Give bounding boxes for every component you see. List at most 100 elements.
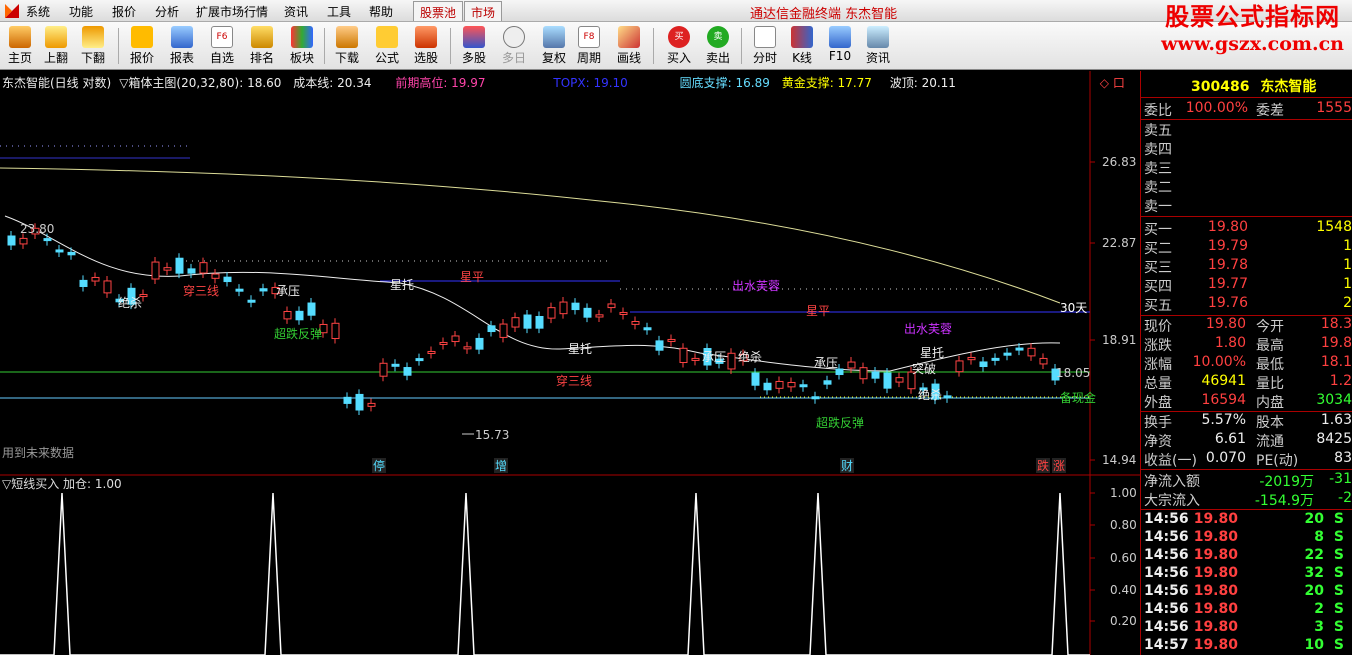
stock-header: 300486 东杰智能 (1191, 76, 1316, 95)
quote-button[interactable]: 报价 (122, 24, 162, 68)
buy-level-volume: 1548 (1316, 219, 1352, 235)
menu-help[interactable]: 帮助 (369, 3, 393, 20)
f10-button[interactable]: F10 (820, 24, 860, 68)
home-icon (9, 26, 31, 48)
indicator-value: : 18.60 (239, 76, 282, 90)
signal-label: 星托 (390, 278, 414, 292)
tick-side: S (1333, 637, 1344, 653)
stat-label: 最低 (1256, 357, 1284, 373)
signal-label: 绝杀 (118, 295, 142, 310)
candle-body (463, 346, 472, 350)
report-button[interactable]: 报表 (162, 24, 202, 68)
sub-indicator-title: ▽短线买入 加仓: 1.00 (2, 477, 122, 491)
multi-day-button[interactable]: 多日 (494, 24, 534, 68)
adjust-button[interactable]: 复权 (534, 24, 574, 68)
sector-button[interactable]: 板块 (282, 24, 322, 68)
candle-body (499, 323, 508, 338)
download-button[interactable]: 下载 (327, 24, 367, 68)
stat-row: 外盘 16594 内盘 3034 (1144, 392, 1352, 411)
intraday-button[interactable]: 分时 (745, 24, 785, 68)
home-button[interactable]: 主页 (0, 24, 40, 68)
multi-stock-button[interactable]: 多股 (454, 24, 494, 68)
signal-label: 穿三线 (183, 283, 219, 298)
candle-body (859, 367, 868, 380)
candle-body (367, 402, 376, 407)
kline-icon (791, 26, 813, 48)
tick-row: 14:56 19.80 8 S (1144, 529, 1352, 548)
candle-body (103, 280, 112, 294)
stat-value: 46941 (1201, 373, 1246, 389)
buy-button[interactable]: 买买入 (659, 24, 699, 68)
stock-picker-button[interactable]: 选股 (406, 24, 446, 68)
quote-panel: 300486 东杰智能 委比 100.00% 委差 1555 卖五 卖四 卖三 … (1140, 71, 1352, 655)
multi-day-label: 多日 (501, 51, 526, 65)
signal-label: 星托 (568, 342, 592, 356)
page-down-button[interactable]: 下翻 (73, 24, 113, 68)
candle-body (511, 317, 520, 328)
menu-extended-market[interactable]: 扩展市场行情 (196, 3, 268, 20)
kline-button[interactable]: K线 (782, 24, 822, 68)
toolbar-separator (450, 28, 451, 64)
stat-label: 流通 (1256, 434, 1284, 450)
menu-system[interactable]: 系统 (26, 3, 50, 20)
sell-label: 卖出 (705, 51, 730, 65)
tab-stock-pool[interactable]: 股票池 (413, 1, 464, 21)
buy-level-label: 买三 (1144, 260, 1172, 276)
tick-side: S (1333, 565, 1344, 581)
topx: TOPX: 19.10 (553, 76, 628, 90)
wave-top: 波顶: 20.11 (889, 76, 956, 90)
arrow-down-icon (82, 26, 104, 48)
stat-label: 量比 (1256, 376, 1284, 392)
flow-row: 大宗流入 -154.9万 -2 (1144, 490, 1352, 509)
sell-icon: 卖 (707, 26, 729, 48)
menu-news[interactable]: 资讯 (284, 3, 308, 20)
app-logo-icon (5, 4, 19, 18)
tick-side: S (1333, 601, 1344, 617)
flow-row: 净流入额 -2019万 -31 (1144, 471, 1352, 490)
stat-label: 总量 (1144, 376, 1172, 392)
candle-body (403, 367, 412, 376)
buy-level-price: 19.80 (1207, 219, 1248, 235)
divider (1141, 509, 1352, 510)
price-tick-label: 18.91 (1102, 333, 1136, 347)
f8-icon: F8 (578, 26, 600, 48)
candle-body (727, 352, 736, 370)
tab-market[interactable]: 市场 (464, 1, 503, 21)
menu-tools[interactable]: 工具 (327, 3, 351, 20)
stat-value: 8425 (1316, 431, 1352, 447)
candle-body (883, 372, 892, 389)
sell-button[interactable]: 卖卖出 (698, 24, 738, 68)
kline-chart[interactable]: 26.83 22.87 18.91 14.94 1.00 0.80 0.60 0.40 0.20… (0, 71, 1140, 655)
sub-tick-label: 1.00 (1110, 486, 1137, 500)
stat-row: 换手 5.57% 股本 1.63 (1144, 412, 1352, 431)
tick-volume: 20 (1304, 583, 1324, 599)
price-tick-label: 14.94 (1102, 453, 1136, 467)
ranking-button[interactable]: 排名 (242, 24, 282, 68)
page-up-button[interactable]: 上翻 (36, 24, 76, 68)
info-button[interactable]: 资讯 (858, 24, 898, 68)
commit-row: 委比 100.00% 委差 1555 (1144, 100, 1352, 119)
formula-button[interactable]: 公式 (367, 24, 407, 68)
tick-volume: 10 (1304, 637, 1324, 653)
toolbar-separator (653, 28, 654, 64)
buy-row: 买一 19.80 1548 (1144, 219, 1352, 238)
draw-line-button[interactable]: 画线 (609, 24, 649, 68)
chart-flags[interactable]: ◇ 口 (1100, 76, 1125, 90)
candle-body (583, 307, 592, 318)
home-label: 主页 (7, 51, 32, 65)
stat-value: 16594 (1201, 392, 1246, 408)
draw-line-label: 画线 (616, 51, 641, 65)
watchlist-button[interactable]: F6 自选 (202, 24, 242, 68)
tick-time: 14:56 (1144, 565, 1189, 581)
stat-label: 换手 (1144, 415, 1172, 431)
candle-body (223, 276, 232, 283)
menu-function[interactable]: 功能 (69, 3, 93, 20)
info-icon (867, 26, 889, 48)
thirty-day-label: 30天 (1060, 301, 1087, 315)
menu-quote[interactable]: 报价 (112, 3, 136, 20)
period-button[interactable]: F8 周期 (569, 24, 609, 68)
candle-body (163, 267, 172, 271)
chart-area[interactable]: 26.83 22.87 18.91 14.94 1.00 0.80 0.60 0.40 0.20… (0, 71, 1140, 655)
stat-value: 1.63 (1320, 412, 1352, 428)
menu-analysis[interactable]: 分析 (155, 3, 179, 20)
